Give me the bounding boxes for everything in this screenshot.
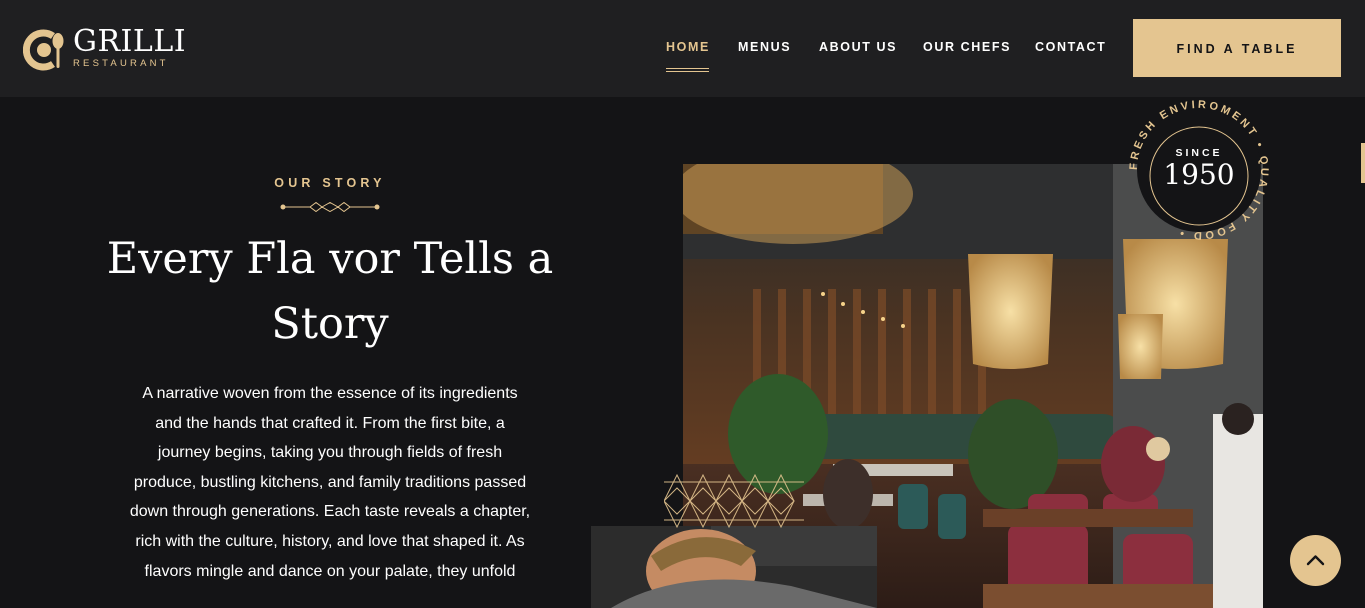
paragraph-line: A narrative woven from the essence of it… (142, 385, 518, 402)
paragraph-line: flavors mingle and dance on your palate,… (144, 562, 516, 580)
headline-line-1: Every Fla vor Tells a (106, 234, 554, 284)
paragraph-line: journey begins, taking you through field… (157, 444, 503, 462)
nav-contact-link[interactable]: CONTACT (1035, 40, 1106, 54)
nav-home-link[interactable]: HOME (666, 40, 710, 54)
lattice-pattern (664, 474, 804, 528)
side-accent-marker (1361, 143, 1365, 183)
paragraph-line: down through generations. Each taste rev… (129, 503, 531, 521)
site-header: GRILLI RESTAURANT HOME MENUS ABOUT US OU… (0, 0, 1365, 97)
story-section: OUR STORY Every Fla vor Tells a Story A … (100, 170, 560, 586)
nav-active-underline (666, 68, 709, 72)
headline-line-2: Story (271, 299, 389, 349)
since-badge: FRESH ENVIROMENT • QUALITY FOOD • SINCE … (1127, 98, 1271, 246)
badge-year: 1950 (1163, 158, 1235, 191)
chevron-up-icon (1306, 555, 1325, 566)
chef-photo (591, 526, 877, 608)
section-eyebrow: OUR STORY (274, 176, 386, 190)
scroll-to-top-button[interactable] (1290, 535, 1341, 586)
story-paragraph: A narrative woven from the essence of it… (100, 379, 560, 586)
paragraph-line: rich with the culture, history, and love… (135, 532, 525, 550)
section-headline: Every Fla vor Tells a Story (100, 227, 560, 357)
nav-menus-link[interactable]: MENUS (738, 40, 791, 54)
brand-name: GRILLI (73, 24, 187, 59)
paragraph-line: produce, bustling kitchens, and family t… (133, 473, 527, 491)
nav-chefs-link[interactable]: OUR CHEFS (923, 40, 1011, 54)
brand-subtitle: RESTAURANT (73, 58, 169, 69)
ornament-divider (280, 202, 380, 212)
paragraph-line: and the hands that crafted it. From the … (155, 414, 505, 432)
find-table-button[interactable]: FIND A TABLE (1133, 19, 1341, 77)
nav-about-link[interactable]: ABOUT US (819, 40, 897, 54)
cup-spoon-logo-icon (23, 29, 64, 71)
